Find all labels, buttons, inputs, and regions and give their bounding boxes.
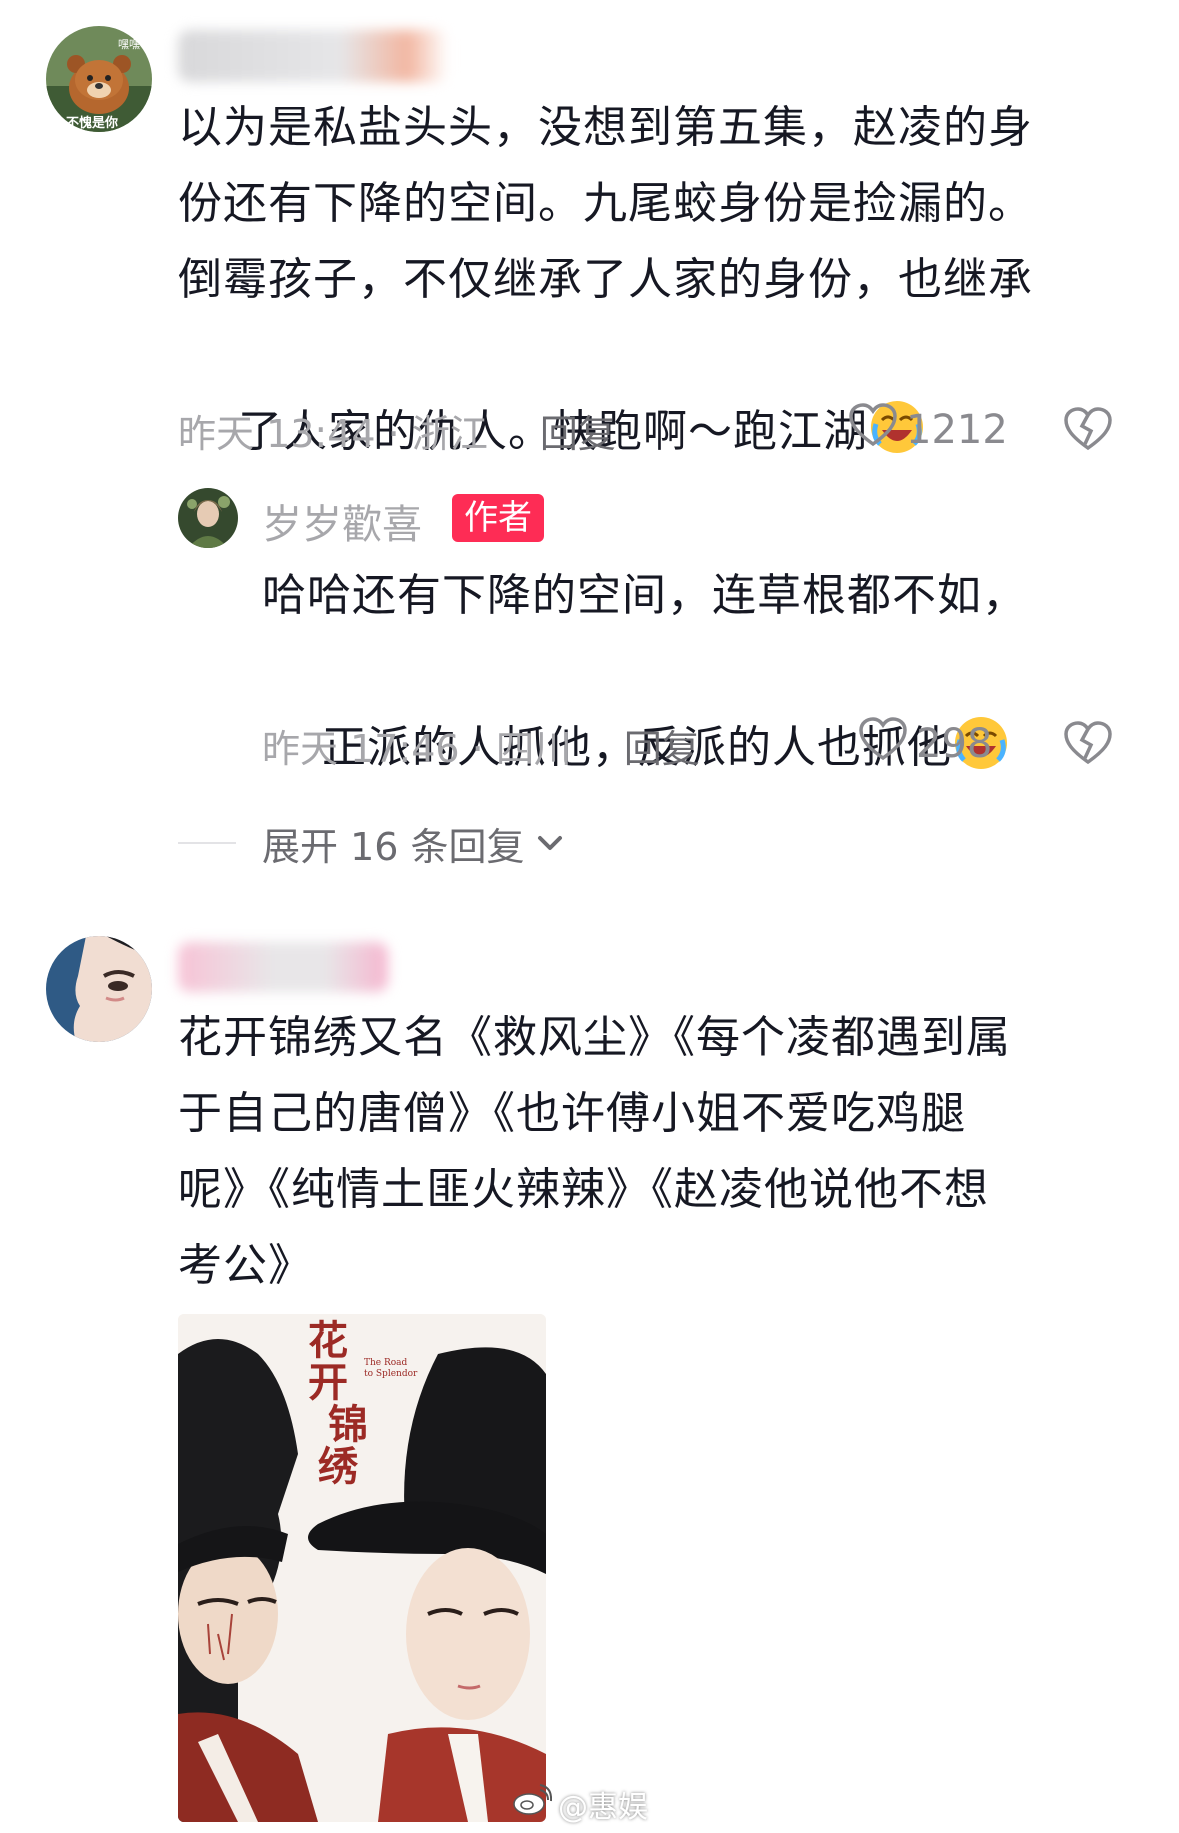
watermark-text: @惠娱 bbox=[558, 1790, 648, 1825]
reply-button[interactable]: 回复 bbox=[540, 403, 616, 458]
author-avatar[interactable] bbox=[178, 488, 238, 548]
heart-icon bbox=[848, 402, 898, 458]
avatar-caption-top: 嘿嘿 bbox=[118, 38, 140, 51]
expand-replies-button[interactable]: 展开 16 条回复 bbox=[262, 816, 565, 870]
dislike-broken-heart-icon[interactable] bbox=[1063, 720, 1113, 770]
comment-text-line-1: 花开锦绣又名《救风尘》《每个凌都遇到属 bbox=[178, 1012, 1011, 1063]
poster-title-char-4: 绣 bbox=[318, 1443, 358, 1490]
author-badge: 作者 bbox=[452, 494, 544, 542]
weibo-icon bbox=[512, 1784, 553, 1824]
comment-text-line-2: 份还有下降的空间。九尾蛟身份是捡漏的。 bbox=[178, 178, 1033, 229]
avatar-caption-bottom: 不愧是你 bbox=[66, 116, 119, 131]
dislike-broken-heart-icon[interactable] bbox=[1063, 406, 1113, 456]
comment-meta: 昨天 13:44 · 浙江 回复 bbox=[178, 403, 616, 458]
reply-meta: 昨天 17:46 · 四川 回复 bbox=[262, 718, 700, 773]
reply-text-line-1: 哈哈还有下降的空间，连草根都不如， bbox=[262, 570, 1027, 621]
reply-time-location: 昨天 17:46 · 四川 bbox=[262, 726, 572, 771]
like-count: 1212 bbox=[906, 407, 1008, 453]
like-button[interactable]: 298 bbox=[858, 716, 992, 772]
comment-text-line-3: 呢》《纯情土匪火辣辣》《赵凌他说他不想 bbox=[178, 1164, 989, 1215]
comment-text-line-3: 倒霉孩子，不仅继承了人家的身份，也继承 bbox=[178, 254, 1033, 305]
poster-subtitle-line-2: to Splendor bbox=[364, 1369, 418, 1379]
heart-icon bbox=[858, 716, 908, 772]
expand-divider bbox=[178, 842, 236, 844]
author-name[interactable]: 岁岁歡喜 bbox=[262, 492, 422, 550]
comment-image-poster[interactable]: 花 开 锦 绣 The Road to Splendor bbox=[178, 1314, 546, 1822]
expand-replies-label: 展开 16 条回复 bbox=[262, 824, 525, 869]
poster-subtitle: The Road to Splendor bbox=[364, 1358, 417, 1380]
like-button[interactable]: 1212 bbox=[848, 402, 1008, 458]
poster-title-char-1: 花 bbox=[308, 1317, 348, 1364]
poster-title-char-2: 开 bbox=[308, 1359, 348, 1406]
comment-time-location: 昨天 13:44 · 浙江 bbox=[178, 411, 488, 456]
user-avatar-portrait[interactable] bbox=[46, 936, 152, 1042]
poster-title-char-3: 锦 bbox=[328, 1401, 368, 1448]
username-blurred[interactable] bbox=[178, 30, 448, 82]
poster-title: 花 开 锦 绣 bbox=[308, 1320, 368, 1488]
username-blurred[interactable] bbox=[178, 942, 388, 992]
chevron-down-icon bbox=[535, 832, 565, 854]
like-count: 298 bbox=[916, 721, 993, 767]
comment-text-line-4: 考公》 bbox=[178, 1240, 313, 1291]
reply-button[interactable]: 回复 bbox=[624, 718, 700, 773]
poster-subtitle-line-1: The Road bbox=[364, 1358, 408, 1368]
comment-text-line-1: 以为是私盐头头，没想到第五集，赵凌的身 bbox=[178, 102, 1033, 153]
comment-text-line-2: 于自己的唐僧》《也许傅小姐不爱吃鸡腿 bbox=[178, 1088, 966, 1139]
weibo-watermark: @惠娱 bbox=[512, 1782, 648, 1826]
